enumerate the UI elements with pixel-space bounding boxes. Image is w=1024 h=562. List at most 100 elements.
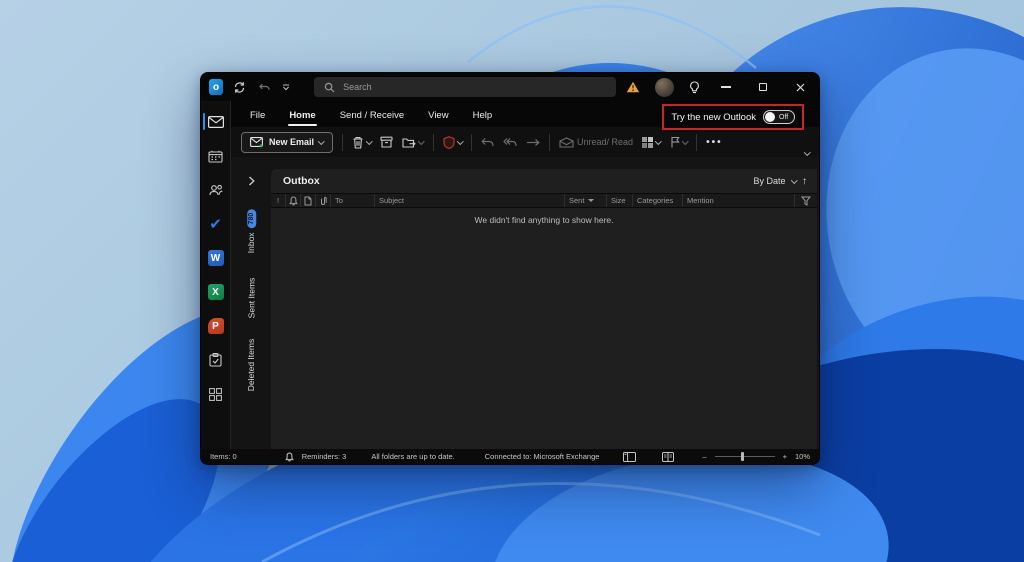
maximize-button[interactable] — [752, 78, 774, 96]
nav-todo[interactable]: ✔ — [201, 207, 231, 241]
menu-view[interactable]: View — [427, 108, 449, 123]
nav-mail[interactable] — [201, 105, 231, 139]
column-size[interactable]: Size — [607, 194, 633, 207]
minimize-icon — [721, 86, 731, 88]
titlebar-right — [626, 78, 811, 97]
folder-sent-items[interactable]: Sent Items — [231, 267, 272, 329]
column-attachment[interactable] — [316, 194, 331, 207]
more-commands-button[interactable]: ••• — [706, 137, 723, 148]
archive-icon — [380, 136, 393, 148]
zoom-in-button[interactable]: + — [783, 452, 787, 461]
reply-icon — [481, 137, 494, 147]
new-email-button[interactable]: New Email — [241, 132, 333, 153]
column-to[interactable]: To — [331, 194, 375, 207]
menu-send-receive[interactable]: Send / Receive — [339, 108, 405, 123]
folder-deleted-items[interactable]: Deleted Items — [225, 329, 277, 401]
column-importance[interactable]: ! — [271, 194, 286, 207]
status-bar: Items: 0 Reminders: 3 All folders are up… — [201, 449, 819, 464]
desktop: o — [0, 0, 1024, 562]
zoom-value[interactable]: 10% — [795, 452, 810, 461]
menu-help[interactable]: Help — [472, 108, 494, 123]
zoom-out-button[interactable]: – — [702, 452, 706, 461]
sort-direction-button[interactable]: ↑ — [802, 176, 807, 187]
send-receive-icon[interactable] — [233, 81, 246, 94]
word-icon: W — [208, 250, 224, 266]
account-avatar[interactable] — [655, 78, 674, 97]
items-count: Items: 0 — [210, 452, 237, 461]
sync-warning-icon[interactable] — [626, 81, 640, 93]
delete-button[interactable] — [352, 136, 372, 149]
titlebar: o — [201, 73, 819, 101]
bell-icon — [285, 452, 294, 462]
message-list-panel: Outbox By Date ↑ ! — [271, 169, 817, 449]
categorize-button[interactable] — [642, 137, 661, 148]
nav-calendar[interactable] — [201, 139, 231, 173]
folder-deleted-label: Deleted Items — [246, 339, 256, 391]
close-button[interactable] — [789, 78, 811, 96]
sort-by-button[interactable]: By Date — [753, 176, 785, 186]
connection-status: Connected to: Microsoft Exchange — [485, 452, 600, 461]
search-input[interactable]: Search — [314, 77, 616, 97]
unread-read-button[interactable]: Unread/ Read — [559, 137, 633, 148]
quick-access-toolbar — [233, 81, 290, 94]
new-email-icon — [250, 137, 264, 148]
customize-qat-icon[interactable] — [282, 84, 290, 91]
column-header-row: ! — [271, 193, 817, 208]
column-reminder[interactable] — [286, 194, 301, 207]
unread-read-icon — [559, 137, 574, 148]
reading-pane-icon — [623, 452, 636, 462]
maximize-icon — [759, 83, 767, 91]
move-to-button[interactable] — [402, 137, 424, 148]
column-mention[interactable]: Mention — [683, 194, 795, 207]
lightbulb-icon[interactable] — [689, 81, 700, 94]
outlook-window: o — [200, 72, 820, 465]
column-sent[interactable]: Sent — [565, 194, 607, 207]
shield-icon — [443, 136, 455, 149]
inbox-unread-badge: 780 — [247, 209, 256, 229]
nav-excel[interactable]: X — [201, 275, 231, 309]
todo-icon: ✔ — [209, 215, 222, 233]
filter-button[interactable] — [795, 194, 817, 207]
content-area: Inbox 780 Sent Items Deleted Items — [231, 157, 819, 449]
folder-inbox[interactable]: Inbox 780 — [229, 195, 273, 267]
mail-icon — [208, 116, 224, 128]
menu-file[interactable]: File — [249, 108, 266, 123]
security-button[interactable] — [443, 136, 463, 149]
ribbon-toolbar: New Email — [231, 127, 819, 157]
reminders-status[interactable]: Reminders: 3 — [302, 452, 347, 461]
attachment-icon — [320, 196, 327, 206]
collapse-ribbon-icon[interactable] — [804, 149, 810, 155]
sort-by-dropdown-icon — [791, 177, 797, 183]
move-icon — [402, 137, 416, 148]
search-icon — [324, 82, 335, 93]
nav-word[interactable]: W — [201, 241, 231, 275]
flag-icon — [670, 136, 680, 148]
undo-icon[interactable] — [258, 82, 270, 92]
zoom-slider[interactable] — [715, 456, 775, 457]
forward-button[interactable] — [526, 138, 540, 147]
nav-people[interactable] — [201, 173, 231, 207]
book-view-icon — [662, 452, 674, 462]
column-subject[interactable]: Subject — [375, 194, 565, 207]
outlook-app-icon[interactable]: o — [209, 79, 223, 95]
reply-all-button[interactable] — [503, 137, 517, 147]
collapsed-folder-pane: Inbox 780 Sent Items Deleted Items — [231, 169, 271, 449]
reply-button[interactable] — [481, 137, 494, 147]
expand-folderpane-icon[interactable] — [243, 173, 259, 189]
menu-home[interactable]: Home — [288, 108, 316, 123]
column-categories[interactable]: Categories — [633, 194, 683, 207]
zoom-slider-thumb[interactable] — [741, 452, 744, 461]
folder-title: Outbox — [283, 175, 320, 187]
search-placeholder: Search — [343, 82, 372, 92]
reading-view-button[interactable] — [662, 452, 674, 462]
minimize-button[interactable] — [715, 78, 737, 96]
archive-button[interactable] — [380, 136, 393, 148]
column-item-type[interactable] — [301, 194, 316, 207]
new-email-dropdown-icon — [318, 138, 324, 144]
reading-pane-view-button[interactable] — [623, 452, 636, 462]
try-new-outlook-label: Try the new Outlook — [671, 112, 756, 123]
categorize-icon — [642, 137, 653, 148]
try-new-outlook-toggle[interactable]: Off — [763, 110, 795, 124]
reply-all-icon — [503, 137, 517, 147]
follow-up-button[interactable] — [670, 136, 688, 148]
